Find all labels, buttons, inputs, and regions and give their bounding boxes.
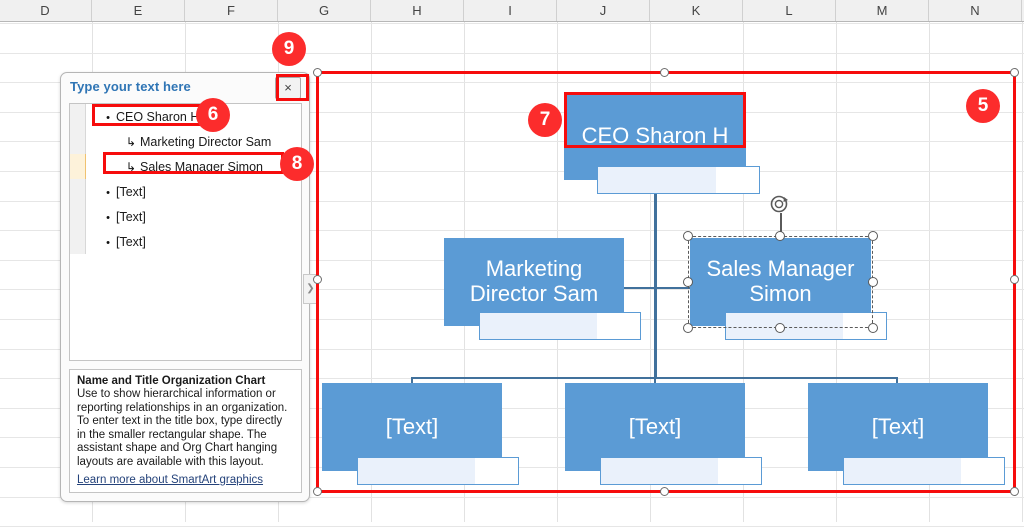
org-node-text-2-subtitle-box[interactable] — [600, 457, 762, 485]
badge-5: 5 — [966, 89, 1000, 123]
frame-handle-middle-right[interactable] — [1010, 275, 1019, 284]
column-header-k[interactable]: K — [650, 0, 743, 21]
column-header-f[interactable]: F — [185, 0, 278, 21]
shape-handle-top-right[interactable] — [868, 231, 878, 241]
text-pane-row-gutter — [70, 129, 86, 154]
org-node-text-1-subtitle-box[interactable] — [357, 457, 519, 485]
text-pane-header: Type your text here × — [61, 73, 309, 101]
org-node-marketing-subtitle-box[interactable] — [479, 312, 641, 340]
org-node-ceo-subtitle-box[interactable] — [597, 166, 760, 194]
bullet-icon: • — [106, 186, 110, 199]
text-pane-row-gutter — [70, 204, 86, 229]
gridline-vertical — [1022, 22, 1023, 522]
text-pane-row-text[interactable]: ↳ Marketing Director Sam — [86, 135, 301, 149]
text-pane-item-label: [Text] — [116, 209, 146, 224]
shape-handle-bottom-right[interactable] — [868, 323, 878, 333]
shape-handle-top-left[interactable] — [683, 231, 693, 241]
shape-handle-middle-left[interactable] — [683, 277, 693, 287]
column-header-d[interactable]: D — [0, 0, 92, 21]
frame-handle-top-right[interactable] — [1010, 68, 1019, 77]
badge-8: 8 — [280, 147, 314, 181]
smartart-text-pane[interactable]: Type your text here × • CEO Sharon H ↳ Mark… — [60, 72, 310, 502]
text-pane-row-text[interactable]: • CEO Sharon H — [86, 110, 301, 124]
text-pane-row[interactable]: • [Text] — [70, 204, 301, 229]
column-header-m[interactable]: M — [836, 0, 929, 21]
connector-ceo-vertical — [654, 183, 657, 379]
frame-handle-middle-left[interactable] — [313, 275, 322, 284]
text-pane-row-gutter — [70, 229, 86, 254]
layout-description-title: Name and Title Organization Chart — [77, 375, 266, 387]
text-pane-row[interactable]: • [Text] — [70, 179, 301, 204]
shape-handle-middle-right[interactable] — [868, 277, 878, 287]
text-pane-row-gutter — [70, 104, 86, 129]
badge-6: 6 — [196, 98, 230, 132]
badge-9: 9 — [272, 32, 306, 66]
frame-handle-top-center[interactable] — [660, 68, 669, 77]
shape-handle-bottom-center[interactable] — [775, 323, 785, 333]
text-pane-row-text[interactable]: • [Text] — [86, 210, 301, 224]
shape-selection-outline — [688, 236, 873, 328]
gridline-horizontal — [0, 23, 1024, 24]
column-header-n[interactable]: N — [929, 0, 1022, 21]
text-pane-row-gutter — [70, 179, 86, 204]
text-pane-row[interactable]: ↳ Sales Manager Simon — [70, 154, 301, 179]
column-header-row: DEFGHIJKLMN — [0, 0, 1024, 22]
column-header-l[interactable]: L — [743, 0, 836, 21]
org-node-text-1-subtitle-fill — [358, 458, 475, 484]
text-pane-row-text[interactable]: • [Text] — [86, 185, 301, 199]
bullet-icon: • — [106, 211, 110, 224]
text-pane-item-label: [Text] — [116, 234, 146, 249]
org-node-text-3[interactable]: [Text] — [808, 383, 1005, 485]
column-header-i[interactable]: I — [464, 0, 557, 21]
column-header-e[interactable]: E — [92, 0, 185, 21]
text-pane-item-label: [Text] — [116, 184, 146, 199]
text-pane-row-gutter — [70, 154, 86, 179]
frame-handle-bottom-left[interactable] — [313, 487, 322, 496]
layout-description-body: Use to show hierarchical information or … — [77, 388, 288, 468]
text-pane-item-label: Marketing Director Sam — [140, 134, 272, 149]
shape-handle-bottom-left[interactable] — [683, 323, 693, 333]
text-pane-item-label: CEO Sharon H — [116, 109, 200, 124]
org-node-marketing-subtitle-fill — [480, 313, 597, 339]
learn-more-link[interactable]: Learn more about SmartArt graphics — [77, 474, 263, 486]
layout-description-panel: Name and Title Organization Chart Use to… — [69, 369, 302, 493]
frame-handle-bottom-right[interactable] — [1010, 487, 1019, 496]
rotate-handle-icon[interactable] — [768, 193, 792, 215]
text-pane-row-text[interactable]: • [Text] — [86, 235, 301, 249]
connector-sales-horizontal — [620, 287, 690, 289]
org-node-text-2[interactable]: [Text] — [565, 383, 762, 485]
shape-handle-top-center[interactable] — [775, 231, 785, 241]
org-node-text-1[interactable]: [Text] — [322, 383, 519, 485]
org-node-text-3-subtitle-box[interactable] — [843, 457, 1005, 485]
bullet-icon: • — [106, 111, 110, 124]
column-header-h[interactable]: H — [371, 0, 464, 21]
frame-handle-top-left[interactable] — [313, 68, 322, 77]
text-pane-row[interactable]: ↳ Marketing Director Sam — [70, 129, 301, 154]
text-pane-row[interactable]: • [Text] — [70, 229, 301, 254]
org-node-marketing[interactable]: Marketing Director Sam — [444, 238, 641, 340]
org-node-ceo-subtitle-fill — [598, 167, 716, 193]
text-pane-title: Type your text here — [70, 79, 191, 94]
text-pane-outline-list[interactable]: • CEO Sharon H ↳ Marketing Director Sam ↳ Sal… — [69, 103, 302, 361]
close-icon[interactable]: × — [275, 77, 301, 99]
frame-handle-bottom-center[interactable] — [660, 487, 669, 496]
bullet-icon: • — [106, 236, 110, 249]
text-pane-item-label: Sales Manager Simon — [140, 159, 263, 174]
org-node-ceo[interactable]: CEO Sharon H — [564, 92, 760, 194]
demote-arrow-icon: ↳ — [126, 159, 137, 174]
demote-arrow-icon: ↳ — [126, 134, 137, 149]
column-header-g[interactable]: G — [278, 0, 371, 21]
org-node-text-3-subtitle-fill — [844, 458, 961, 484]
text-pane-row-text[interactable]: ↳ Sales Manager Simon — [86, 160, 301, 174]
gridline-horizontal — [0, 53, 1024, 54]
text-pane-row[interactable]: • CEO Sharon H — [70, 104, 301, 129]
column-header-j[interactable]: J — [557, 0, 650, 21]
badge-7: 7 — [528, 103, 562, 137]
org-node-text-2-subtitle-fill — [601, 458, 718, 484]
